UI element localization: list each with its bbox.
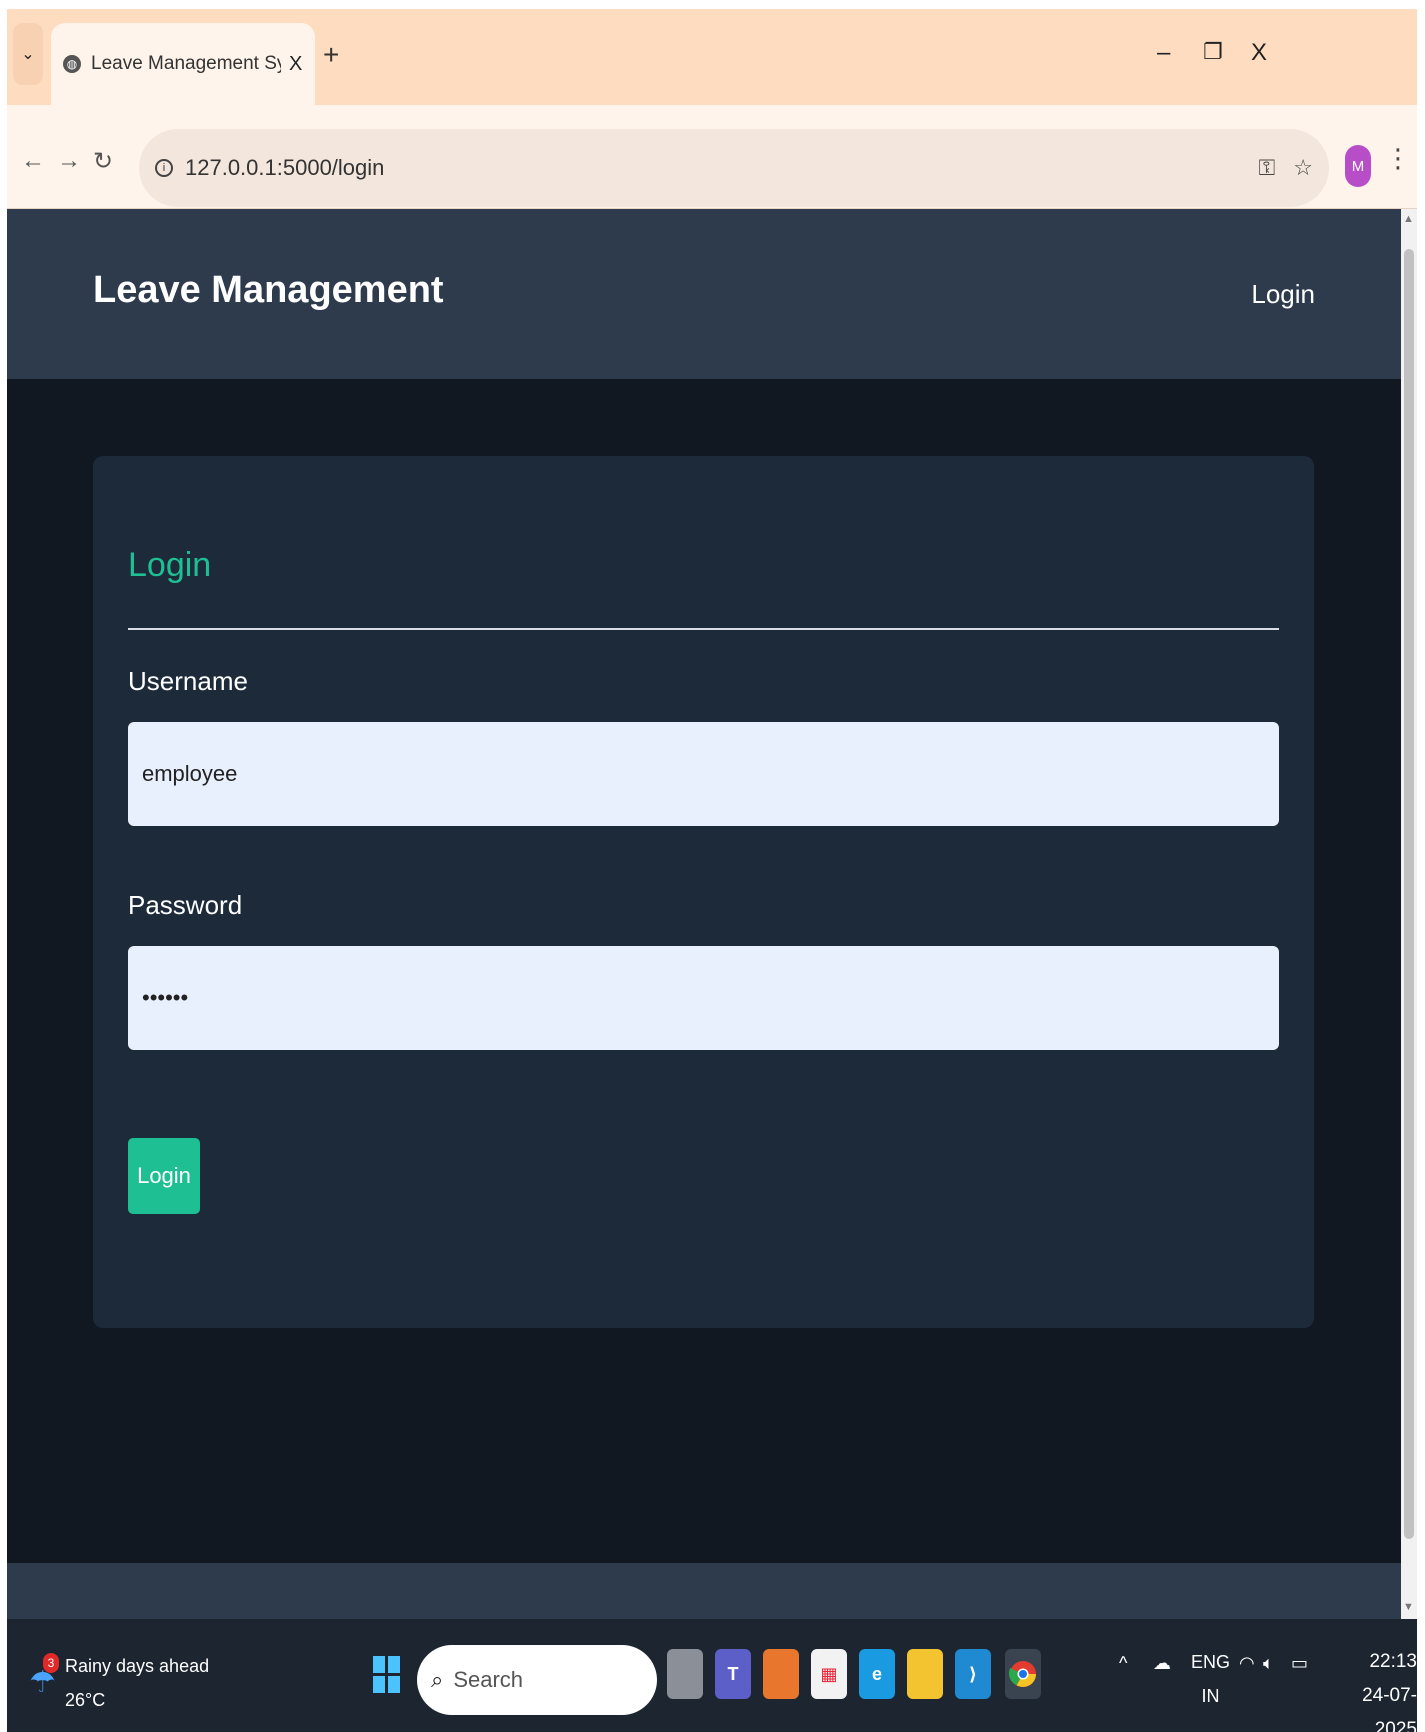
browser-menu-icon[interactable]: ⋮	[1385, 143, 1411, 174]
tab-search-button[interactable]: ⌄	[13, 23, 43, 85]
minimize-button[interactable]: –	[1157, 39, 1170, 67]
scrollbar-thumb[interactable]	[1404, 249, 1414, 1539]
weather-text: Rainy days ahead	[65, 1656, 210, 1676]
language-indicator[interactable]: ENG IN	[1191, 1645, 1230, 1713]
globe-icon: ◍	[63, 55, 81, 73]
browser-toolbar: ← → ↻ i 127.0.0.1:5000/login ⚿ ☆ M ⋮	[7, 105, 1417, 209]
language-top: ENG	[1191, 1652, 1231, 1672]
screen: ⌄ ◍ Leave Management System - Lo X + – ❐…	[7, 9, 1417, 1732]
username-label: Username	[128, 666, 248, 696]
key-icon[interactable]: ⚿	[1259, 155, 1276, 181]
file-explorer-icon[interactable]	[907, 1649, 943, 1699]
app-main: Login Username Password Login	[7, 379, 1401, 1563]
store-icon[interactable]: ▦	[811, 1649, 847, 1699]
weather-widget[interactable]: ☂ 3 Rainy days ahead 26°C	[29, 1649, 209, 1717]
login-card: Login Username Password Login	[93, 456, 1314, 1328]
browser-tabstrip: ⌄ ◍ Leave Management System - Lo X + – ❐…	[7, 9, 1417, 105]
site-info-icon[interactable]: i	[155, 159, 173, 177]
taskbar-search-placeholder: Search	[453, 1667, 524, 1692]
weather-badge: 3	[43, 1653, 59, 1673]
bookmark-star-icon[interactable]: ☆	[1293, 155, 1313, 181]
tab-title: Leave Management System - Lo	[91, 53, 281, 74]
task-view-icon[interactable]	[667, 1649, 703, 1699]
onedrive-cloud-icon[interactable]: ☁	[1153, 1653, 1171, 1674]
tray-expand-icon[interactable]: ^	[1119, 1653, 1127, 1674]
teams-icon[interactable]: T	[715, 1649, 751, 1699]
scroll-up-icon[interactable]: ▲	[1403, 213, 1414, 225]
edge-icon[interactable]: e	[859, 1649, 895, 1699]
browser-tab-active[interactable]: ◍ Leave Management System - Lo X	[51, 23, 315, 105]
card-title: Login	[128, 546, 212, 584]
vscode-icon[interactable]: ⟩	[955, 1649, 991, 1699]
chevron-down-icon: ⌄	[21, 46, 35, 63]
restore-button[interactable]: ❐	[1203, 39, 1223, 65]
battery-icon[interactable]: ▭	[1291, 1653, 1308, 1674]
app-header: Leave Management Login	[7, 209, 1401, 379]
wifi-icon[interactable]: ◠	[1239, 1653, 1255, 1674]
clock-time: 22:13	[1369, 1651, 1417, 1672]
scroll-down-icon[interactable]: ▼	[1403, 1601, 1414, 1613]
page-scrollbar[interactable]: ▲ ▼	[1401, 209, 1417, 1619]
clock-date: 24-07-2025	[1362, 1685, 1417, 1732]
tab-close-button[interactable]: X	[289, 53, 302, 76]
app-brand[interactable]: Leave Management	[93, 269, 444, 312]
reload-icon[interactable]: ↻	[93, 147, 113, 176]
password-label: Password	[128, 890, 243, 920]
forward-icon[interactable]: →	[57, 147, 81, 175]
taskbar-search[interactable]: ⌕ Search	[417, 1645, 657, 1715]
umbrella-icon: ☂ 3	[29, 1653, 59, 1701]
nav-login-link[interactable]: Login	[1251, 279, 1315, 310]
volume-icon[interactable]: 🔈︎	[1263, 1653, 1274, 1674]
temperature: 26°C	[65, 1690, 106, 1710]
new-tab-button[interactable]: +	[323, 39, 339, 71]
title-divider	[128, 628, 1279, 630]
chrome-icon[interactable]	[1005, 1649, 1041, 1699]
address-bar[interactable]: i 127.0.0.1:5000/login ⚿ ☆	[139, 129, 1329, 207]
username-input[interactable]	[128, 722, 1279, 826]
login-submit-button[interactable]: Login	[128, 1138, 200, 1214]
password-input[interactable]	[128, 946, 1279, 1050]
windows-start-icon[interactable]	[369, 1649, 405, 1699]
profile-avatar[interactable]: M	[1345, 145, 1371, 187]
back-icon[interactable]: ←	[21, 147, 45, 175]
app-footer	[7, 1563, 1401, 1619]
system-clock[interactable]: 22:13 24-07-2025	[1325, 1645, 1417, 1732]
search-icon: ⌕	[431, 1667, 444, 1692]
language-bottom: IN	[1201, 1686, 1220, 1706]
copilot-icon[interactable]	[763, 1649, 799, 1699]
taskbar: ☂ 3 Rainy days ahead 26°C ⌕ Search T ▦ e…	[7, 1619, 1417, 1732]
window-close-button[interactable]: X	[1251, 39, 1267, 67]
address-url[interactable]: 127.0.0.1:5000/login	[185, 155, 1241, 181]
